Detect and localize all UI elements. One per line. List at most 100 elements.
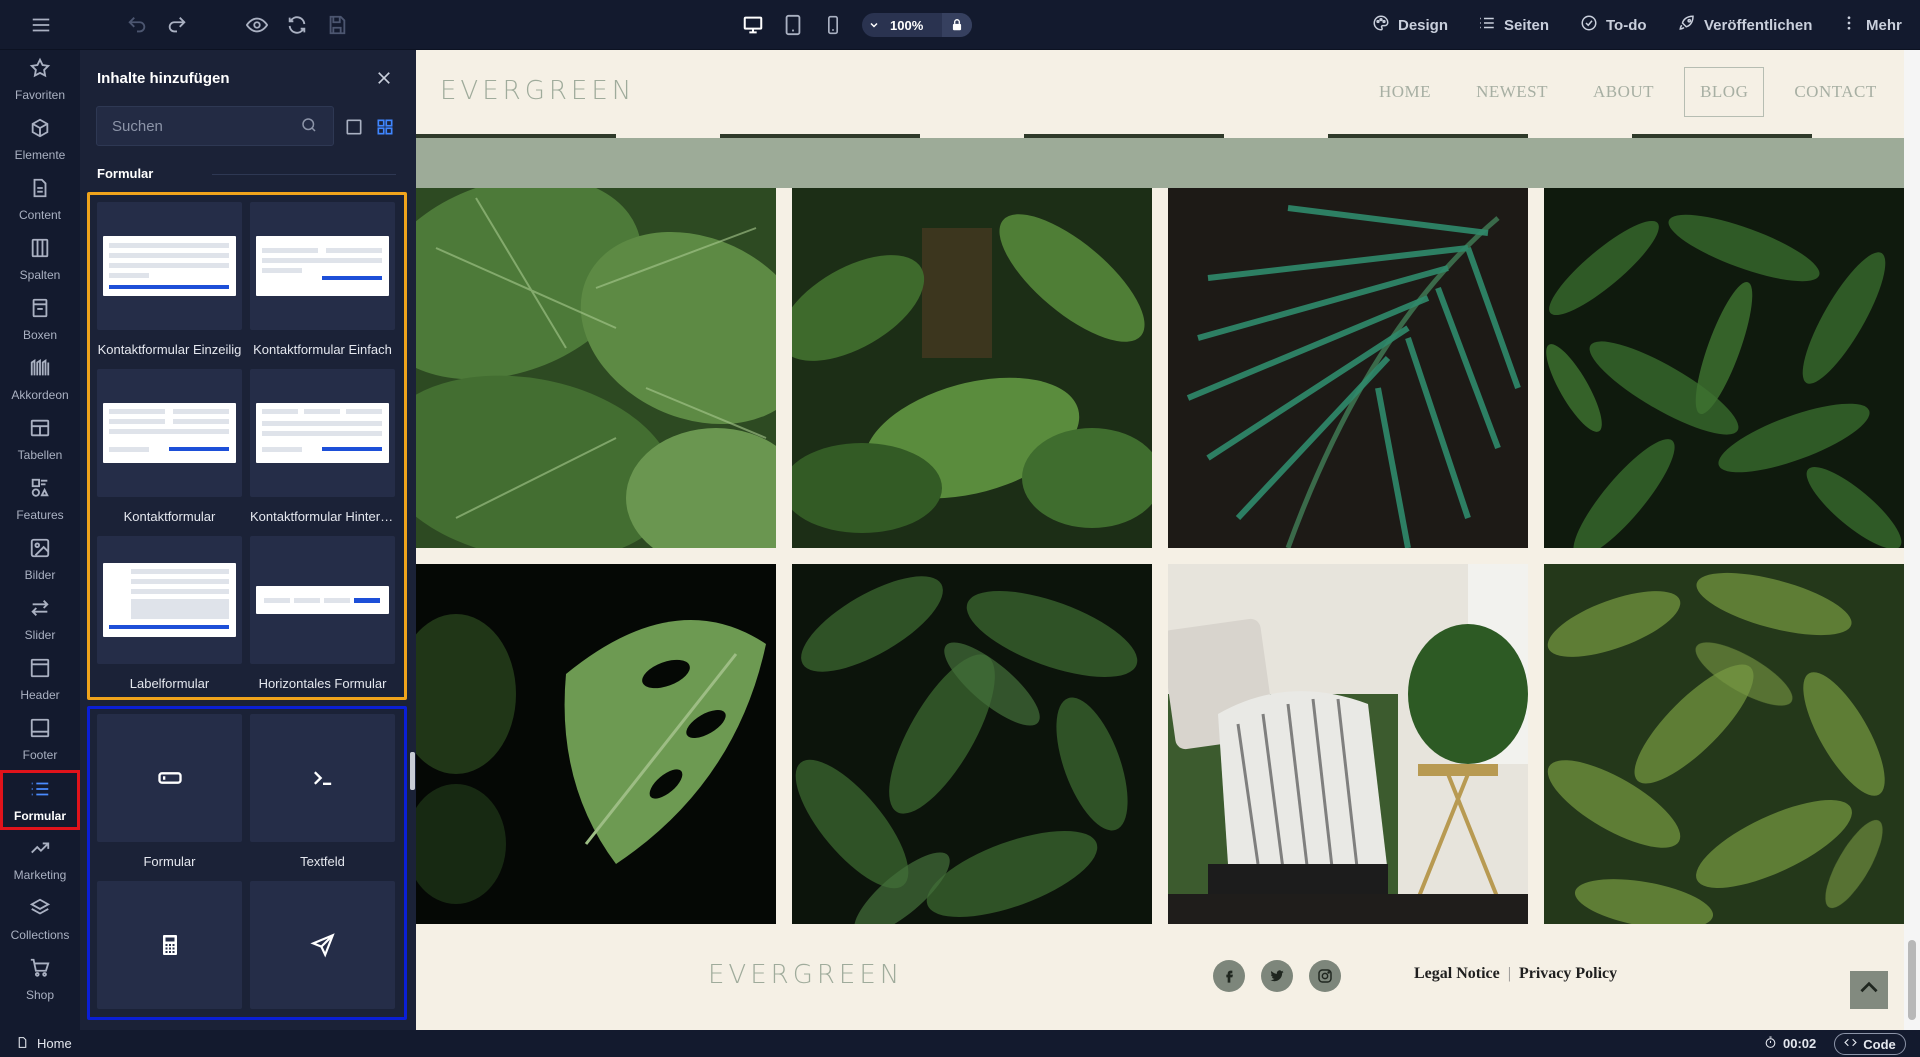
element-formular[interactable]: Formular — [97, 714, 242, 869]
footer-logo[interactable]: EVERGREEN — [708, 960, 903, 990]
element-calculator[interactable] — [97, 881, 242, 1009]
sidebar-item-footer[interactable]: Footer — [0, 710, 80, 768]
refresh-icon[interactable] — [284, 0, 310, 50]
gallery-image-elephant-ear-leaves[interactable] — [416, 188, 776, 548]
accordion-icon — [29, 357, 51, 382]
code-button[interactable]: Code — [1834, 1033, 1906, 1055]
menu-item-home[interactable]: HOME — [1364, 68, 1446, 116]
save-icon[interactable] — [324, 0, 350, 50]
more-button[interactable]: Mehr — [1840, 0, 1902, 50]
template-preview — [250, 369, 395, 497]
template-kontaktformular-einzeilig[interactable]: Kontaktformular Einzeilig — [97, 202, 242, 357]
gallery-image-green-sofa[interactable] — [1168, 564, 1528, 924]
arrows-horizontal-icon — [29, 597, 51, 622]
desktop-view-icon[interactable] — [740, 12, 766, 38]
zoom-control[interactable]: 100% — [862, 13, 972, 37]
legal-notice-link[interactable]: Legal Notice — [1414, 965, 1500, 982]
site-logo[interactable]: EVERGREEN — [440, 76, 635, 106]
template-preview — [97, 202, 242, 330]
template-kontaktformular-einfach[interactable]: Kontaktformular Einfach — [250, 202, 395, 357]
template-labelformular[interactable]: Labelformular — [97, 536, 242, 691]
element-textfeld[interactable]: Textfeld — [250, 714, 395, 869]
mobile-view-icon[interactable] — [820, 12, 846, 38]
sidebar-item-boxen[interactable]: Boxen — [0, 290, 80, 348]
zoom-level: 100% — [890, 17, 924, 33]
status-bar: Home 00:02 Code — [0, 1030, 1920, 1057]
redo-icon[interactable] — [164, 0, 190, 50]
sidebar-item-akkordeon[interactable]: Akkordeon — [0, 350, 80, 408]
gallery-image-palm-frond[interactable] — [1168, 188, 1528, 548]
form-preview-thumbnail — [256, 236, 389, 296]
footer-layout-icon — [29, 717, 51, 742]
website-canvas: EVERGREEN HOME NEWEST ABOUT BLOG CONTACT — [416, 50, 1904, 1030]
gallery-image-jungle-plants[interactable] — [792, 188, 1152, 548]
layers-icon — [29, 897, 51, 922]
todo-button[interactable]: To-do — [1580, 0, 1647, 50]
sidebar-item-spalten[interactable]: Spalten — [0, 230, 80, 288]
element-send[interactable] — [250, 881, 395, 1009]
form-preview-thumbnail — [103, 403, 236, 463]
code-brackets-icon — [1844, 1036, 1858, 1052]
twitter-icon[interactable] — [1261, 960, 1293, 992]
privacy-policy-link[interactable]: Privacy Policy — [1519, 965, 1617, 982]
form-elements-group: Formular Textfeld — [87, 706, 407, 1020]
lock-icon[interactable] — [942, 13, 972, 37]
panel-resize-handle[interactable] — [410, 752, 415, 790]
scroll-to-top-button[interactable] — [1850, 971, 1888, 1009]
preview-eye-icon[interactable] — [244, 0, 270, 50]
features-icon — [29, 477, 51, 502]
scrollbar-thumb[interactable] — [1908, 940, 1916, 1020]
gallery-image-pachira-leaves[interactable] — [1544, 564, 1904, 924]
chevron-down-icon[interactable] — [862, 19, 886, 31]
canvas-scrollbar[interactable] — [1904, 50, 1920, 1030]
search-input[interactable] — [96, 106, 334, 146]
calculator-icon — [97, 881, 242, 1009]
sidebar-item-collections[interactable]: Collections — [0, 890, 80, 948]
instagram-icon[interactable] — [1309, 960, 1341, 992]
sidebar-item-formular[interactable]: Formular — [0, 770, 80, 830]
sidebar-item-bilder[interactable]: Bilder — [0, 530, 80, 588]
single-view-icon[interactable] — [343, 116, 365, 138]
columns-icon — [29, 237, 51, 262]
close-icon[interactable] — [372, 66, 396, 90]
hamburger-menu-icon[interactable] — [26, 0, 56, 50]
design-button[interactable]: Design — [1372, 0, 1448, 50]
form-preview-thumbnail — [256, 586, 389, 614]
trending-up-icon — [29, 837, 51, 862]
template-preview — [97, 369, 242, 497]
gallery-image-mango-leaves[interactable] — [1544, 188, 1904, 548]
grid-view-icon[interactable] — [374, 116, 396, 138]
palette-icon — [1372, 14, 1390, 36]
publish-button[interactable]: Veröffentlichen — [1678, 0, 1812, 50]
form-preview-thumbnail — [103, 236, 236, 296]
menu-item-blog[interactable]: BLOG — [1684, 67, 1765, 117]
sidebar-item-header[interactable]: Header — [0, 650, 80, 708]
sidebar-item-marketing[interactable]: Marketing — [0, 830, 80, 888]
gallery-image-monstera[interactable] — [416, 564, 776, 924]
site-menu: HOME NEWEST ABOUT BLOG CONTACT — [1341, 50, 1904, 134]
sidebar-item-content[interactable]: Content — [0, 170, 80, 228]
template-kontaktformular[interactable]: Kontaktformular — [97, 369, 242, 524]
template-kontaktformular-hintergrund[interactable]: Kontaktformular Hintergrund — [250, 369, 395, 524]
legal-links: Legal Notice | Privacy Policy — [1414, 965, 1617, 983]
search-icon[interactable] — [300, 116, 320, 136]
current-page[interactable]: Home — [16, 1030, 72, 1057]
section-label: Formular — [97, 166, 154, 181]
pages-button[interactable]: Seiten — [1478, 0, 1549, 50]
sidebar-item-features[interactable]: Features — [0, 470, 80, 528]
gallery-image-dark-leaves[interactable] — [792, 564, 1152, 924]
sidebar-item-tabellen[interactable]: Tabellen — [0, 410, 80, 468]
template-horizontales-formular[interactable]: Horizontales Formular — [250, 536, 395, 691]
menu-item-about[interactable]: ABOUT — [1578, 68, 1669, 116]
sidebar-item-elemente[interactable]: Elemente — [0, 110, 80, 168]
sidebar-item-shop[interactable]: Shop — [0, 950, 80, 1008]
menu-item-newest[interactable]: NEWEST — [1461, 68, 1563, 116]
session-timer: 00:02 — [1764, 1030, 1816, 1057]
undo-icon[interactable] — [124, 0, 150, 50]
template-preview — [250, 536, 395, 664]
sidebar-item-slider[interactable]: Slider — [0, 590, 80, 648]
menu-item-contact[interactable]: CONTACT — [1779, 68, 1891, 116]
facebook-icon[interactable] — [1213, 960, 1245, 992]
sidebar-item-favoriten[interactable]: Favoriten — [0, 50, 80, 108]
tablet-view-icon[interactable] — [780, 12, 806, 38]
